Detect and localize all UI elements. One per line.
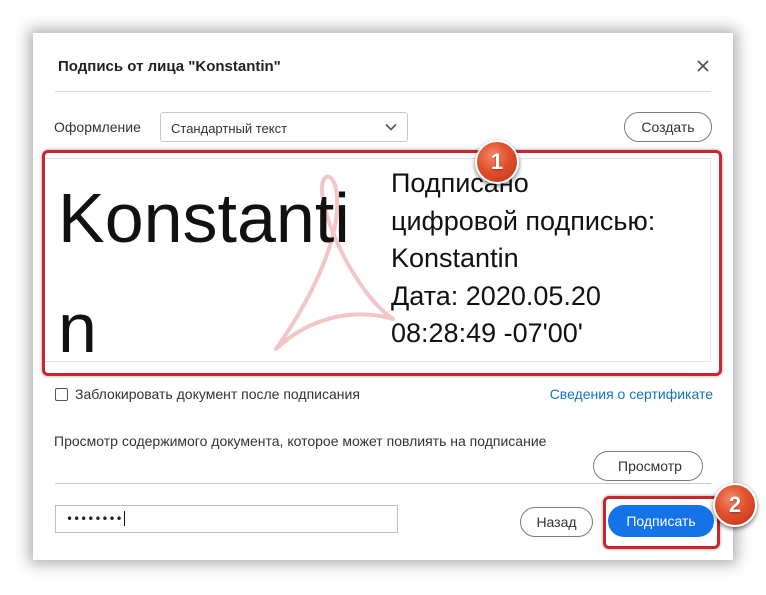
highlight-frame-sign [603, 496, 720, 549]
lock-checkbox[interactable] [55, 388, 68, 401]
appearance-select[interactable]: Стандартный текст [160, 112, 408, 142]
dialog-title: Подпись от лица "Konstantin" [58, 58, 281, 75]
certificate-details-link[interactable]: Сведения о сертификате [550, 386, 713, 402]
appearance-selected-value: Стандартный текст [171, 121, 288, 136]
lock-document-option[interactable]: Заблокировать документ после подписания [55, 386, 360, 402]
text-cursor [123, 511, 125, 526]
review-button[interactable]: Просмотр [593, 451, 703, 481]
sign-dialog: Подпись от лица "Konstantin" Оформление … [33, 33, 757, 560]
lock-label: Заблокировать документ после подписания [75, 386, 360, 402]
create-button[interactable]: Создать [624, 112, 712, 142]
footer-divider [55, 483, 711, 484]
password-field[interactable]: •••••••• [55, 505, 398, 533]
header-divider [55, 91, 711, 92]
close-icon[interactable] [695, 58, 711, 74]
back-button[interactable]: Назад [520, 507, 593, 537]
chevron-down-icon [385, 123, 397, 131]
review-description: Просмотр содержимого документа, которое … [54, 433, 547, 449]
step-marker-1: 1 [475, 140, 519, 184]
step-marker-2: 2 [713, 483, 757, 527]
password-value: •••••••• [66, 512, 123, 526]
highlight-frame-preview [42, 150, 722, 376]
appearance-label: Оформление [54, 119, 141, 135]
